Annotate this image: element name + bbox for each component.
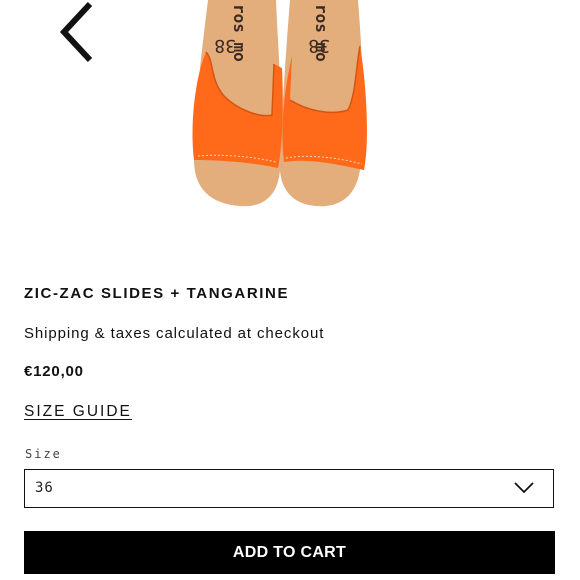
size-guide-link[interactable]: SIZE GUIDE xyxy=(24,403,132,421)
chevron-down-icon xyxy=(514,482,534,494)
product-price: €120,00 xyxy=(24,363,84,380)
back-button[interactable] xyxy=(52,0,100,64)
size-label: Size xyxy=(25,447,62,461)
product-title: ZIC-ZAC SLIDES + TANGARINE xyxy=(24,285,290,302)
size-dropdown[interactable]: 36 xyxy=(24,469,554,508)
size-selected-value: 36 xyxy=(35,480,54,496)
shipping-note: Shipping & taxes calculated at checkout xyxy=(24,325,325,342)
chevron-left-icon xyxy=(59,1,93,63)
size-mark-left: 38 xyxy=(214,35,236,56)
product-image: ros mo 38 ros mo 38 xyxy=(0,0,580,250)
size-mark-right: 38 xyxy=(308,35,330,56)
sandals-image: ros mo 38 ros mo 38 xyxy=(192,0,367,207)
add-to-cart-button[interactable]: ADD TO CART xyxy=(24,531,555,574)
